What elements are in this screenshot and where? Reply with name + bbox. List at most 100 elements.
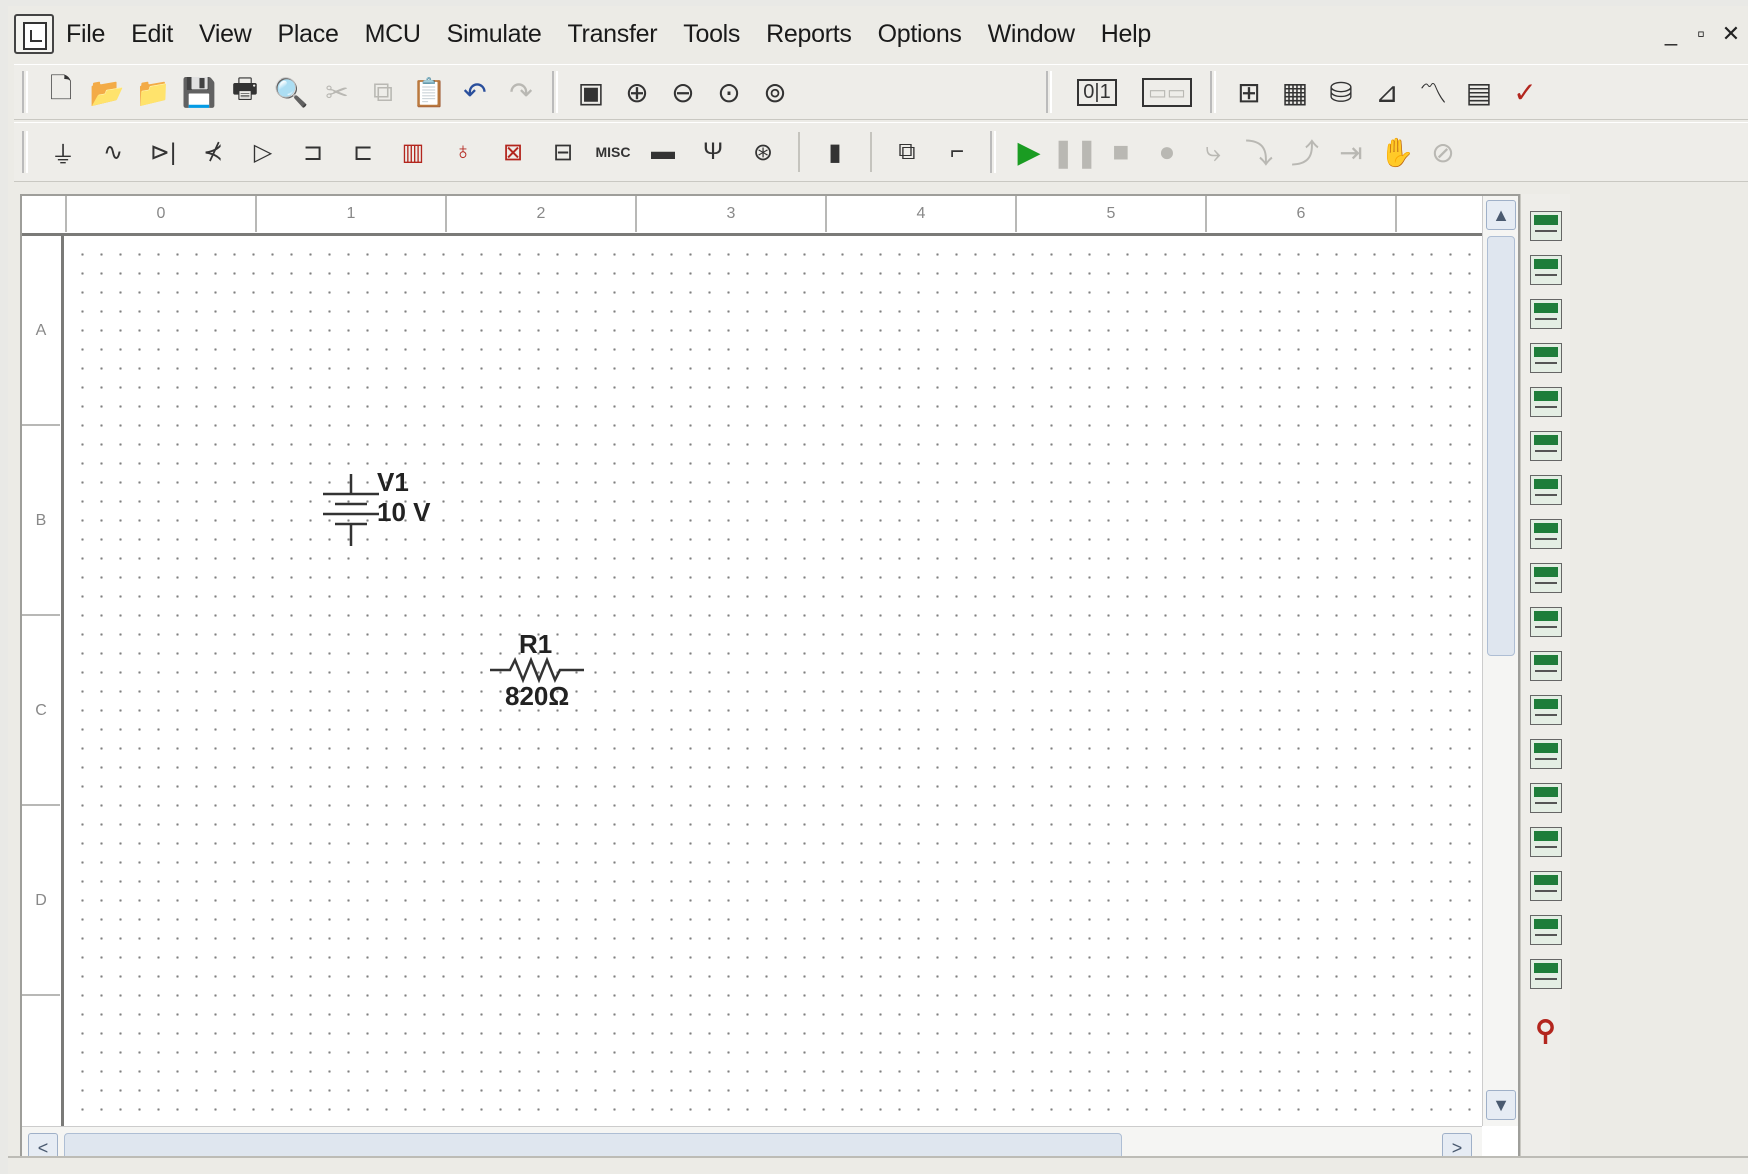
- menu-edit[interactable]: Edit: [131, 20, 173, 49]
- pause-icon[interactable]: ❚❚: [1052, 129, 1099, 175]
- erc-icon[interactable]: ✓: [1502, 69, 1548, 115]
- source-icon[interactable]: ⏚: [38, 129, 88, 175]
- paste-icon[interactable]: 📋: [406, 69, 452, 115]
- ttl-icon[interactable]: ⊐: [288, 129, 338, 175]
- toggle-breakpoint-icon[interactable]: ✋: [1374, 129, 1420, 175]
- print-preview-icon[interactable]: 🔍: [268, 69, 314, 115]
- new-file-icon[interactable]: 🗋: [38, 69, 84, 115]
- toolbar-grip[interactable]: [22, 71, 28, 113]
- indicator-icon[interactable]: ⊠: [488, 129, 538, 175]
- distortion-analyzer-icon[interactable]: [1529, 695, 1562, 725]
- misc-digital-icon[interactable]: ▥: [388, 129, 438, 175]
- simulate-switch-off-icon[interactable]: ▭▭: [1132, 69, 1202, 115]
- menu-window[interactable]: Window: [988, 20, 1075, 49]
- stop-icon[interactable]: ■: [1098, 129, 1144, 175]
- scroll-up-arrow-icon[interactable]: ▲: [1486, 200, 1516, 230]
- app-icon[interactable]: [14, 14, 54, 54]
- zoom-area-icon[interactable]: ⊙: [706, 69, 752, 115]
- schematic-canvas[interactable]: V1 10 V R1 820Ω: [67, 239, 1482, 1126]
- mixed-icon[interactable]: ♁: [438, 129, 488, 175]
- zoom-out-icon[interactable]: ⊖: [660, 69, 706, 115]
- menu-transfer[interactable]: Transfer: [568, 20, 658, 49]
- peripheral-icon[interactable]: ▬: [638, 129, 688, 175]
- frequency-counter-icon[interactable]: [1529, 475, 1562, 505]
- cmos-icon[interactable]: ⊏: [338, 129, 388, 175]
- menu-view[interactable]: View: [199, 20, 252, 49]
- probe-icon[interactable]: ●: [1144, 129, 1190, 175]
- redo-icon[interactable]: ↷: [498, 69, 544, 115]
- oscilloscope-icon[interactable]: [1529, 343, 1562, 373]
- power-icon[interactable]: ⊟: [538, 129, 588, 175]
- bode-plotter-icon[interactable]: [1529, 431, 1562, 461]
- open-samples-icon[interactable]: 📁: [130, 69, 176, 115]
- electromech-icon[interactable]: ⊛: [738, 129, 788, 175]
- menu-help[interactable]: Help: [1101, 20, 1152, 49]
- mcu-icon[interactable]: ▮: [810, 129, 860, 175]
- toolbar-grip[interactable]: [1046, 71, 1052, 113]
- four-channel-oscilloscope-icon[interactable]: [1529, 387, 1562, 417]
- logic-converter-icon[interactable]: [1529, 607, 1562, 637]
- vertical-scrollbar[interactable]: ▲ ▼: [1482, 196, 1518, 1126]
- analog-icon[interactable]: ▷: [238, 129, 288, 175]
- diode-icon[interactable]: ⊳|: [138, 129, 188, 175]
- current-probe-icon[interactable]: ⚲: [1529, 1014, 1563, 1048]
- run-to-cursor-icon[interactable]: ⇥: [1328, 129, 1374, 175]
- menu-simulate[interactable]: Simulate: [447, 20, 542, 49]
- network-analyzer-icon[interactable]: [1529, 783, 1562, 813]
- create-component-icon[interactable]: ⊿: [1364, 69, 1410, 115]
- spectrum-analyzer-icon[interactable]: [1529, 739, 1562, 769]
- menu-reports[interactable]: Reports: [766, 20, 852, 49]
- menu-tools[interactable]: Tools: [683, 20, 740, 49]
- multimeter-icon[interactable]: [1529, 211, 1562, 241]
- postprocessor-icon[interactable]: ▤: [1456, 69, 1502, 115]
- full-screen-icon[interactable]: ▣: [568, 69, 614, 115]
- menu-place[interactable]: Place: [278, 20, 339, 49]
- grapher-icon[interactable]: 〽: [1410, 69, 1456, 115]
- menu-options[interactable]: Options: [878, 20, 962, 49]
- spreadsheet-icon[interactable]: ▦: [1272, 69, 1318, 115]
- logic-analyzer-icon[interactable]: [1529, 563, 1562, 593]
- run-icon[interactable]: ▶: [1006, 129, 1052, 175]
- agilent-multimeter-icon[interactable]: [1529, 871, 1562, 901]
- undo-icon[interactable]: ↶: [452, 69, 498, 115]
- open-icon[interactable]: 📂: [84, 69, 130, 115]
- simulate-switch-on-icon[interactable]: 0|1: [1062, 69, 1132, 115]
- remove-breakpoints-icon[interactable]: ⊘: [1420, 129, 1466, 175]
- copy-icon[interactable]: ⧉: [360, 69, 406, 115]
- step-into-icon[interactable]: ⤵: [1236, 129, 1282, 175]
- misc-icon[interactable]: MISC: [588, 129, 638, 175]
- toolbar-grip[interactable]: [22, 131, 28, 173]
- transistor-icon[interactable]: ⊀: [188, 129, 238, 175]
- step-icon[interactable]: ⤷: [1190, 129, 1236, 175]
- minimize-icon[interactable]: _: [1656, 20, 1686, 50]
- print-icon[interactable]: 🖶: [222, 69, 268, 115]
- step-out-icon[interactable]: ⤴: [1282, 129, 1328, 175]
- save-icon[interactable]: 💾: [176, 69, 222, 115]
- iv-analyzer-icon[interactable]: [1529, 651, 1562, 681]
- cut-icon[interactable]: ✂: [314, 69, 360, 115]
- word-generator-icon[interactable]: [1529, 519, 1562, 549]
- menu-mcu[interactable]: MCU: [365, 20, 421, 49]
- vertical-scroll-thumb[interactable]: [1487, 236, 1515, 656]
- zoom-in-icon[interactable]: ⊕: [614, 69, 660, 115]
- bus-icon[interactable]: ⌐: [932, 129, 982, 175]
- database-manager-icon[interactable]: ⛁: [1318, 69, 1364, 115]
- design-toolbox-icon[interactable]: ⊞: [1226, 69, 1272, 115]
- agilent-oscilloscope-icon[interactable]: [1529, 915, 1562, 945]
- scroll-down-arrow-icon[interactable]: ▼: [1486, 1090, 1516, 1120]
- basic-icon[interactable]: ∿: [88, 129, 138, 175]
- toolbar-grip[interactable]: [1210, 71, 1216, 113]
- rf-icon[interactable]: Ψ: [688, 129, 738, 175]
- hierarchical-icon[interactable]: ⧉: [882, 129, 932, 175]
- battery-v1-symbol[interactable]: [321, 474, 381, 554]
- agilent-function-generator-icon[interactable]: [1529, 827, 1562, 857]
- restore-icon[interactable]: ▫: [1686, 20, 1716, 50]
- zoom-fit-icon[interactable]: ⊚: [752, 69, 798, 115]
- wattmeter-icon[interactable]: [1529, 299, 1562, 329]
- menu-file[interactable]: File: [66, 20, 105, 49]
- function-generator-icon[interactable]: [1529, 255, 1562, 285]
- toolbar-grip[interactable]: [552, 71, 558, 113]
- tektronix-oscilloscope-icon[interactable]: [1529, 959, 1562, 989]
- close-icon[interactable]: ✕: [1716, 20, 1746, 50]
- toolbar-grip[interactable]: [990, 131, 996, 173]
